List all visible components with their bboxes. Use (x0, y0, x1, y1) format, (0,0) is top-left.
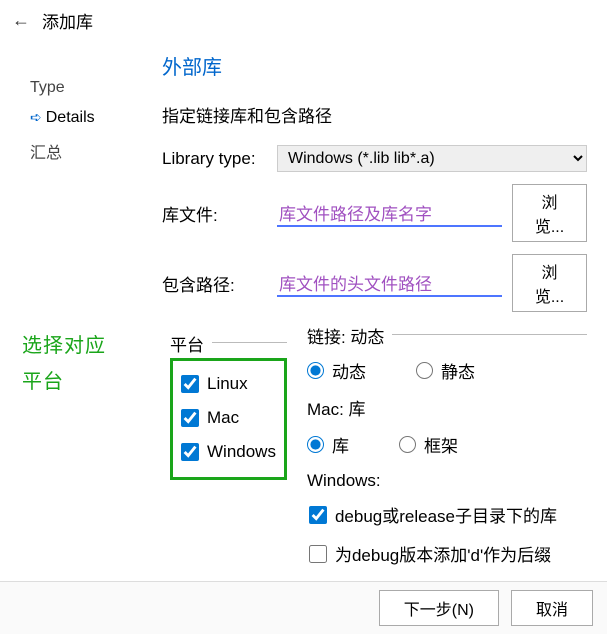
libfile-browse-button[interactable]: 浏览... (512, 184, 587, 242)
mac-framework-radio[interactable] (399, 436, 416, 453)
libtype-label: Library type: (162, 149, 267, 169)
sidebar-item-type[interactable]: Type (30, 73, 150, 103)
platform-mac-checkbox[interactable] (181, 409, 199, 427)
linkage-dynamic-label: 动态 (332, 358, 366, 383)
platform-linux-checkbox[interactable] (181, 375, 199, 393)
dialog-footer: 下一步(N) 取消 (0, 581, 607, 634)
includepath-browse-button[interactable]: 浏览... (512, 254, 587, 312)
windows-add-d-checkbox[interactable] (309, 545, 327, 563)
mac-library-label: 库 (332, 432, 349, 457)
mac-group-label: Mac: 库 (307, 395, 587, 420)
platform-windows-label: Windows (207, 442, 276, 462)
section-title: 外部库 (162, 51, 587, 80)
linkage-group-label: 链接: 动态 (307, 323, 392, 348)
mac-library-radio[interactable] (307, 436, 324, 453)
includepath-input[interactable] (277, 269, 502, 297)
main-panel: 外部库 指定链接库和包含路径 Library type: Windows (*.… (150, 51, 607, 620)
libfile-input[interactable] (277, 199, 502, 227)
dialog-title: 添加库 (42, 8, 93, 33)
includepath-label: 包含路径: (162, 271, 267, 296)
mac-framework-label: 框架 (424, 432, 458, 457)
linkage-static-label: 静态 (441, 358, 475, 383)
platform-windows-checkbox[interactable] (181, 443, 199, 461)
platform-highlight-box: Linux Mac Windows (170, 358, 287, 480)
section-subtitle: 指定链接库和包含路径 (162, 102, 587, 127)
sidebar-item-summary[interactable]: 汇总 (30, 133, 150, 169)
arrow-right-icon: ➪ (30, 109, 42, 125)
windows-add-d-label: 为debug版本添加'd'作为后缀 (335, 541, 551, 566)
back-arrow-icon[interactable]: ← (12, 10, 30, 31)
platform-mac-label: Mac (207, 408, 239, 428)
platform-linux-label: Linux (207, 374, 248, 394)
libtype-select[interactable]: Windows (*.lib lib*.a) (277, 145, 587, 172)
windows-group-label: Windows: (307, 471, 587, 491)
libfile-label: 库文件: (162, 201, 267, 226)
windows-subdir-checkbox[interactable] (309, 506, 327, 524)
dialog-header: ← 添加库 (0, 0, 607, 41)
linkage-static-radio[interactable] (416, 362, 433, 379)
annotation-text: 选择对应 平台 (22, 328, 106, 400)
linkage-dynamic-radio[interactable] (307, 362, 324, 379)
sidebar-item-details[interactable]: ➪Details (30, 103, 150, 133)
cancel-button[interactable]: 取消 (511, 590, 593, 626)
platform-group-label: 平台 (170, 331, 212, 356)
windows-subdir-label: debug或release子目录下的库 (335, 502, 557, 527)
next-button[interactable]: 下一步(N) (379, 590, 499, 626)
